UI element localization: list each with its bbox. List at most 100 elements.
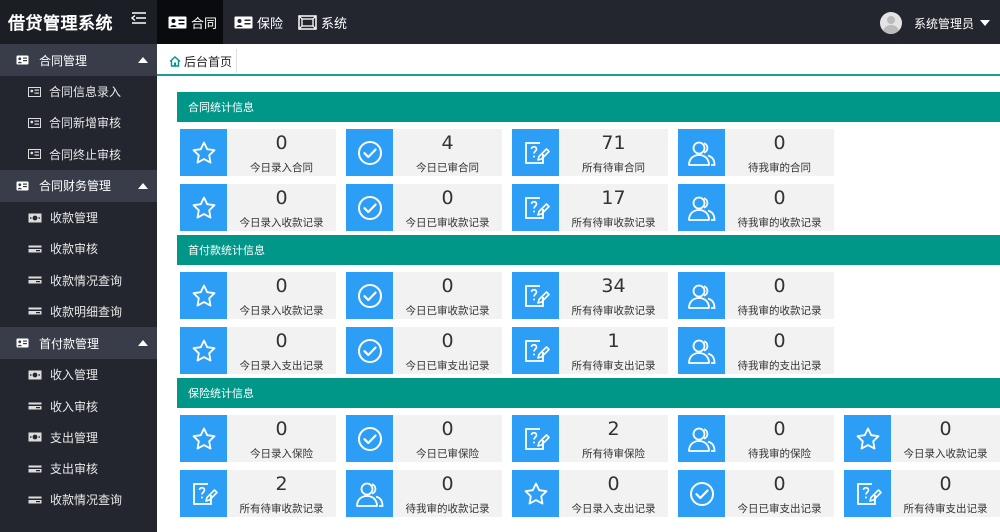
stat-value: 0 (773, 473, 786, 495)
users-icon (678, 415, 725, 462)
sidebar-item[interactable]: 合同信息录入 (0, 76, 157, 107)
user-menu[interactable]: 系统管理员 (879, 12, 990, 34)
section-header: 保险统计信息 (177, 378, 1000, 408)
sidebar-item[interactable]: 收款审核 (0, 233, 157, 264)
stat-card[interactable]: 0 今日录入保险 (180, 415, 336, 462)
sidebar-item[interactable]: 支出审核 (0, 453, 157, 484)
sidebar-item[interactable]: 支出管理 (0, 422, 157, 453)
stat-label: 今日录入支出记录 (239, 360, 324, 372)
sidebar-item[interactable]: 收入审核 (0, 390, 157, 421)
money-icon (28, 370, 46, 380)
stat-card[interactable]: 17 所有待审收款记录 (512, 184, 668, 231)
stat-value: 0 (441, 418, 454, 440)
stat-card[interactable]: 0 今日录入收款记录 (180, 272, 336, 319)
stat-card[interactable]: 0 今日录入合同 (180, 129, 336, 176)
check-circle-icon (346, 272, 393, 319)
edit-icon (512, 415, 559, 462)
user-name: 系统管理员 (913, 16, 974, 31)
stat-value: 0 (441, 187, 454, 209)
stat-card[interactable]: 0 待我审的收款记录 (346, 470, 502, 517)
stat-card[interactable]: 71 所有待审合同 (512, 129, 668, 176)
stat-value: 17 (601, 187, 626, 209)
section-header: 合同统计信息 (177, 92, 1000, 122)
sidebar-item[interactable]: 合同终止审核 (0, 139, 157, 170)
bill-icon (28, 275, 46, 285)
sidebar-group-label: 合同管理 (39, 53, 88, 68)
bill-icon (28, 306, 46, 316)
stat-value: 0 (773, 132, 786, 154)
check-circle-icon (346, 327, 393, 374)
star-icon (512, 470, 559, 517)
stat-label: 今日录入收款记录 (903, 448, 988, 460)
stat-card[interactable]: 0 今日已审支出记录 (678, 470, 834, 517)
stat-card[interactable]: 0 待我审的收款记录 (678, 272, 834, 319)
stat-card[interactable]: 4 今日已审合同 (346, 129, 502, 176)
stat-card[interactable]: 0 待我审的收款记录 (678, 184, 834, 231)
edit-icon (512, 327, 559, 374)
stat-label: 所有待审收款记录 (571, 217, 656, 229)
stat-label: 所有待审支出记录 (903, 503, 988, 515)
stat-label: 所有待审保险 (582, 448, 645, 460)
check-circle-icon (678, 470, 725, 517)
tab-system[interactable]: 系统 (298, 0, 347, 44)
stat-label: 待我审的收款记录 (405, 503, 490, 515)
sidebar-group[interactable]: 首付款管理 (0, 327, 157, 360)
stat-card[interactable]: 0 今日已审支出记录 (346, 327, 502, 374)
tab-insurance[interactable]: 保险 (234, 0, 283, 44)
stat-value: 0 (441, 330, 454, 352)
id-card-icon (16, 55, 34, 65)
stat-value: 4 (441, 132, 454, 154)
stat-card[interactable]: 0 待我审的保险 (678, 415, 834, 462)
stat-card[interactable]: 0 今日已审保险 (346, 415, 502, 462)
stat-card[interactable]: 0 今日录入收款记录 (180, 184, 336, 231)
check-circle-icon (346, 129, 393, 176)
sidebar-item-label: 收入管理 (50, 368, 99, 383)
stat-label: 今日已审收款记录 (405, 305, 490, 317)
stat-card[interactable]: 0 今日已审收款记录 (346, 272, 502, 319)
stat-value: 0 (275, 187, 288, 209)
id-card-icon (28, 86, 45, 97)
id-card-icon (28, 117, 45, 128)
sidebar-item-label: 合同终止审核 (49, 147, 122, 162)
stat-card[interactable]: 0 今日录入支出记录 (512, 470, 668, 517)
stat-label: 待我审的收款记录 (737, 217, 822, 229)
sidebar-item[interactable]: 收款明细查询 (0, 296, 157, 327)
stat-card[interactable]: 2 所有待审收款记录 (180, 470, 336, 517)
stat-card[interactable]: 0 今日录入收款记录 (844, 415, 1000, 462)
star-icon (180, 129, 227, 176)
stat-card[interactable]: 2 所有待审保险 (512, 415, 668, 462)
money-icon (28, 213, 46, 223)
stat-card[interactable]: 0 待我审的合同 (678, 129, 834, 176)
sidebar-item-label: 收入审核 (50, 399, 99, 414)
stat-card[interactable]: 0 待我审的支出记录 (678, 327, 834, 374)
stat-card[interactable]: 0 今日录入支出记录 (180, 327, 336, 374)
stat-label: 所有待审支出记录 (571, 360, 656, 372)
check-circle-icon (346, 415, 393, 462)
sidebar-item[interactable]: 收款管理 (0, 202, 157, 233)
stat-card[interactable]: 0 今日已审收款记录 (346, 184, 502, 231)
tab-contract[interactable]: 合同 (157, 0, 223, 44)
sidebar-group[interactable]: 合同管理 (0, 44, 157, 76)
stat-label: 今日录入收款记录 (239, 305, 324, 317)
sidebar-item[interactable]: 收款情况查询 (0, 484, 157, 515)
id-card-icon (234, 16, 253, 28)
stat-value: 0 (275, 418, 288, 440)
sidebar-toggle-icon[interactable] (130, 10, 147, 26)
stat-label: 所有待审收款记录 (571, 305, 656, 317)
stat-card[interactable]: 0 所有待审支出记录 (844, 470, 1000, 517)
sidebar-item[interactable]: 收入管理 (0, 359, 157, 390)
sidebar-item[interactable]: 收款情况查询 (0, 264, 157, 295)
stat-value: 0 (939, 418, 952, 440)
sidebar-group[interactable]: 合同财务管理 (0, 169, 157, 202)
stat-card[interactable]: 34 所有待审收款记录 (512, 272, 668, 319)
stat-label: 待我审的保险 (748, 448, 811, 460)
stat-value: 0 (441, 473, 454, 495)
sidebar-item-label: 支出管理 (50, 430, 99, 445)
sidebar-item[interactable]: 合同新增审核 (0, 107, 157, 138)
breadcrumb-home[interactable]: 后台首页 (163, 49, 238, 73)
section-header: 首付款统计信息 (177, 235, 1000, 265)
stat-value: 0 (773, 275, 786, 297)
star-icon (180, 327, 227, 374)
stat-card[interactable]: 1 所有待审支出记录 (512, 327, 668, 374)
bill-icon (28, 464, 46, 474)
